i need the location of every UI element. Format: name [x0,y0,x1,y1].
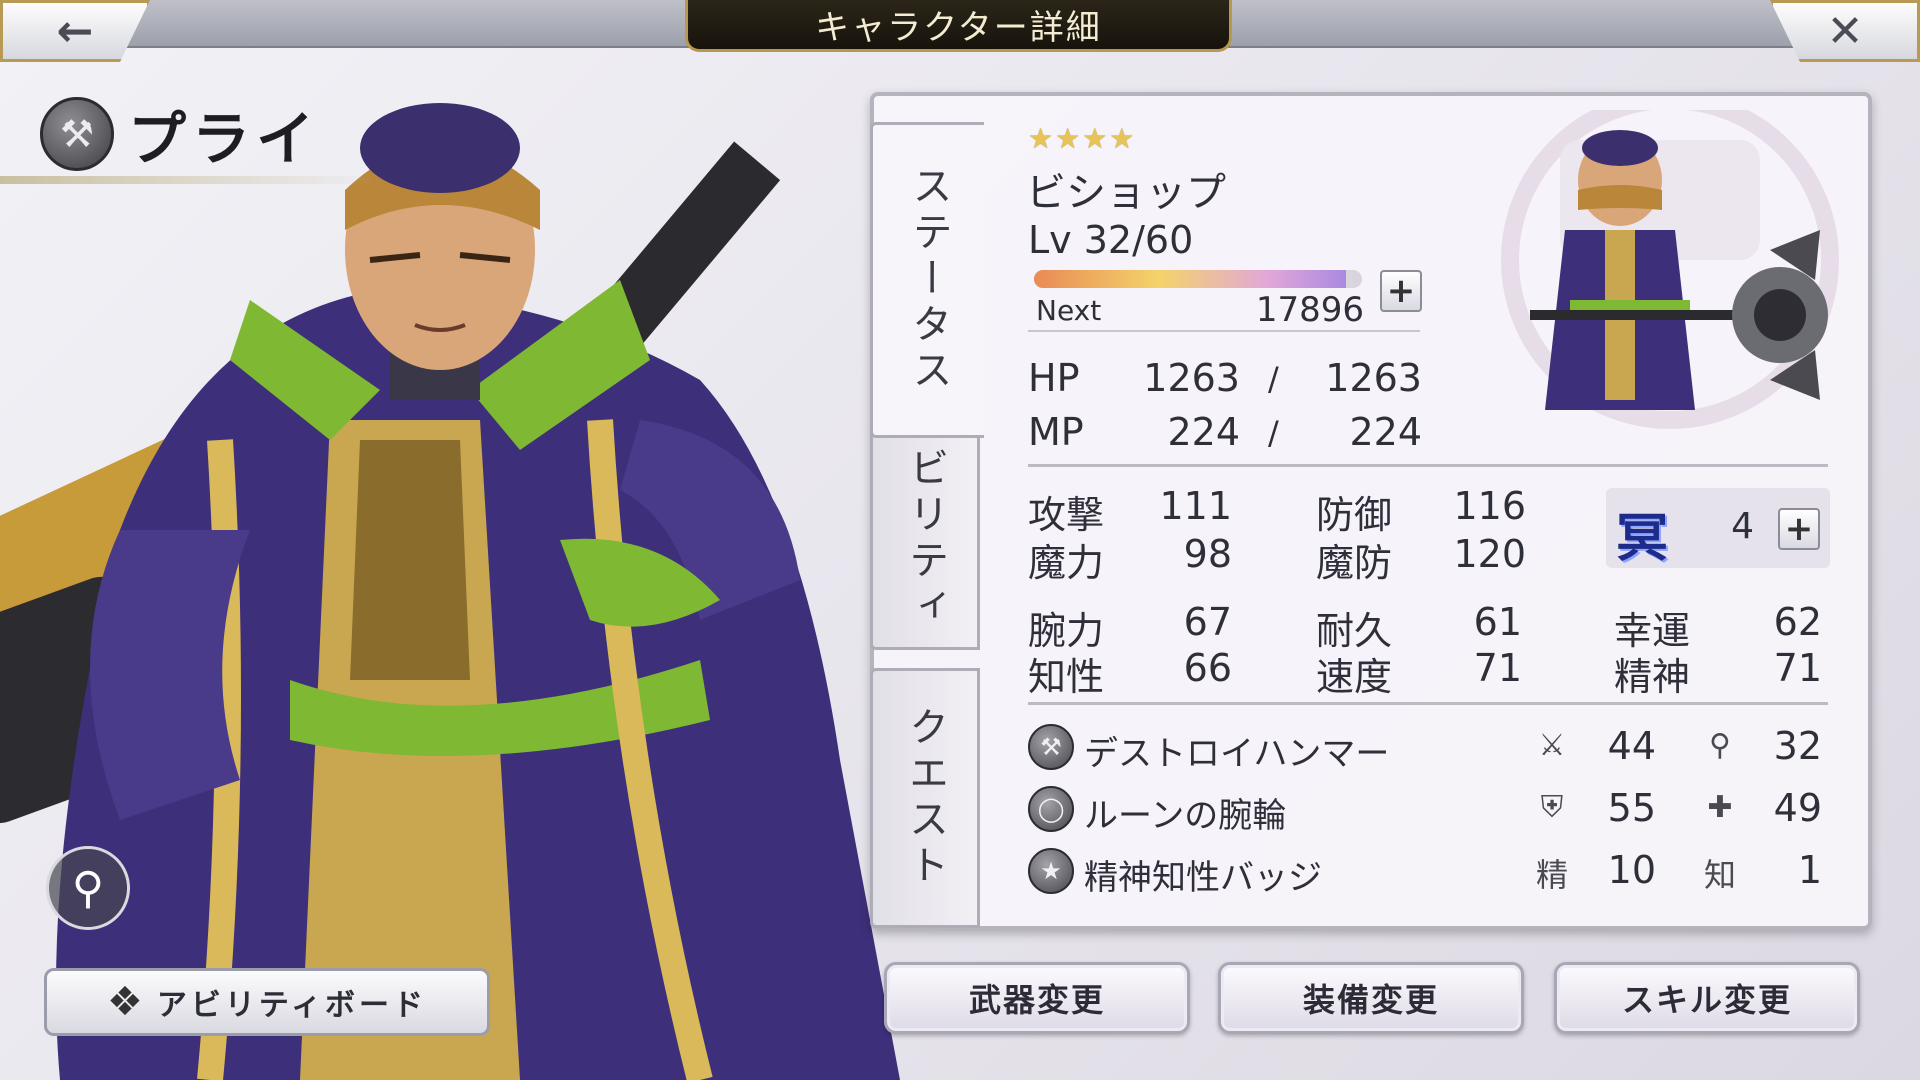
equipment-accessory2-stat2: 1 [1797,848,1822,892]
divider [1028,464,1828,467]
next-exp-value: 17896 [1255,290,1364,330]
hammer-icon: ⚒ [40,97,114,171]
end-value: 61 [1473,600,1522,644]
character-name: プライ [128,105,321,173]
badge-icon: ★ [1028,848,1074,894]
mdef-value: 120 [1453,532,1526,576]
equipment-weapon-stat2: 32 [1773,724,1822,768]
shield-icon: ⛨ [1540,790,1564,825]
int-value: 66 [1183,646,1232,690]
divider [1028,702,1828,705]
mp-max: 224 [1349,410,1422,454]
equipment-weapon-stat1: 44 [1607,724,1656,768]
tab-column: アビリティ クエスト ステータス [870,96,984,928]
character-name-row: ⚒ プライ [40,92,320,176]
ability-board-label: アビリティボード [156,988,428,1023]
mdef-label: 魔防 [1316,541,1393,585]
equipment-accessory2-stat1: 10 [1607,848,1656,892]
element-value: 4 [1731,506,1754,547]
rarity-stars: ★★★★ [1028,122,1137,155]
equipment-accessory1-stat2: 49 [1773,786,1822,830]
magic-shield-icon: ✚ [1707,790,1733,825]
spi-label: 精神 [1614,655,1691,699]
tab-quest[interactable]: クエスト [870,668,980,928]
mp-current: 224 [1167,410,1240,454]
int-label: 知性 [1028,655,1105,699]
equipment-accessory2-stat2-label: 知 [1703,856,1736,894]
staff-icon: ⚲ [1709,728,1731,763]
element-icon: 冥 [1616,509,1669,569]
def-label: 防御 [1316,493,1393,537]
magnifier-icon: ⚲ [71,862,105,914]
sword-icon: ⚔ [1538,728,1566,763]
back-button[interactable]: ← [0,0,150,62]
hp-label: HP [1028,356,1080,400]
hammer-icon: ⚒ [1028,724,1074,770]
job-name: ビショップ [1026,170,1226,216]
hp-max: 1263 [1325,356,1422,400]
atk-value: 111 [1159,484,1232,528]
spd-value: 71 [1473,646,1522,690]
def-value: 116 [1453,484,1526,528]
atk-label: 攻撃 [1028,493,1105,537]
spd-label: 速度 [1316,655,1393,699]
close-icon: ✕ [1826,5,1864,57]
luck-value: 62 [1773,600,1822,644]
divider [1028,330,1420,332]
hp-slash: / [1268,360,1279,398]
level-up-button[interactable]: + [1380,270,1422,312]
spi-value: 71 [1773,646,1822,690]
character-sprite [1501,110,1839,429]
mp-label: MP [1028,410,1084,454]
tab-status[interactable]: ステータス [870,122,984,438]
equipment-change-button[interactable]: 装備変更 [1218,962,1524,1034]
exp-bar [1034,270,1362,288]
next-label: Next [1036,294,1102,327]
element-plus-button[interactable]: + [1778,508,1820,550]
close-button[interactable]: ✕ [1770,0,1920,62]
equipment-weapon-name[interactable]: デストロイハンマー [1084,726,1389,775]
mag-label: 魔力 [1028,541,1105,585]
equipment-accessory1-name[interactable]: ルーンの腕輪 [1084,788,1286,837]
mag-value: 98 [1183,532,1232,576]
arrow-left-icon: ← [56,5,94,57]
level-text: Lv 32/60 [1028,218,1194,262]
character-artwork [0,60,900,1080]
str-value: 67 [1183,600,1232,644]
equipment-accessory2-stat1-label: 精 [1535,856,1568,894]
skill-change-button[interactable]: スキル変更 [1554,962,1860,1034]
equipment-accessory2-name[interactable]: 精神知性バッジ [1084,850,1322,899]
hp-current: 1263 [1143,356,1240,400]
weapon-change-button[interactable]: 武器変更 [884,962,1190,1034]
zoom-button[interactable]: ⚲ [46,846,130,930]
ability-board-button[interactable]: ❖ アビリティボード [44,968,490,1036]
equipment-accessory1-stat1: 55 [1607,786,1656,830]
bracelet-icon: ◯ [1028,786,1074,832]
exp-bar-fill [1034,270,1346,288]
mp-slash: / [1268,414,1279,452]
ability-board-icon: ❖ [106,979,147,1025]
name-underline [0,176,380,184]
page-title: キャラクター詳細 [685,0,1232,52]
